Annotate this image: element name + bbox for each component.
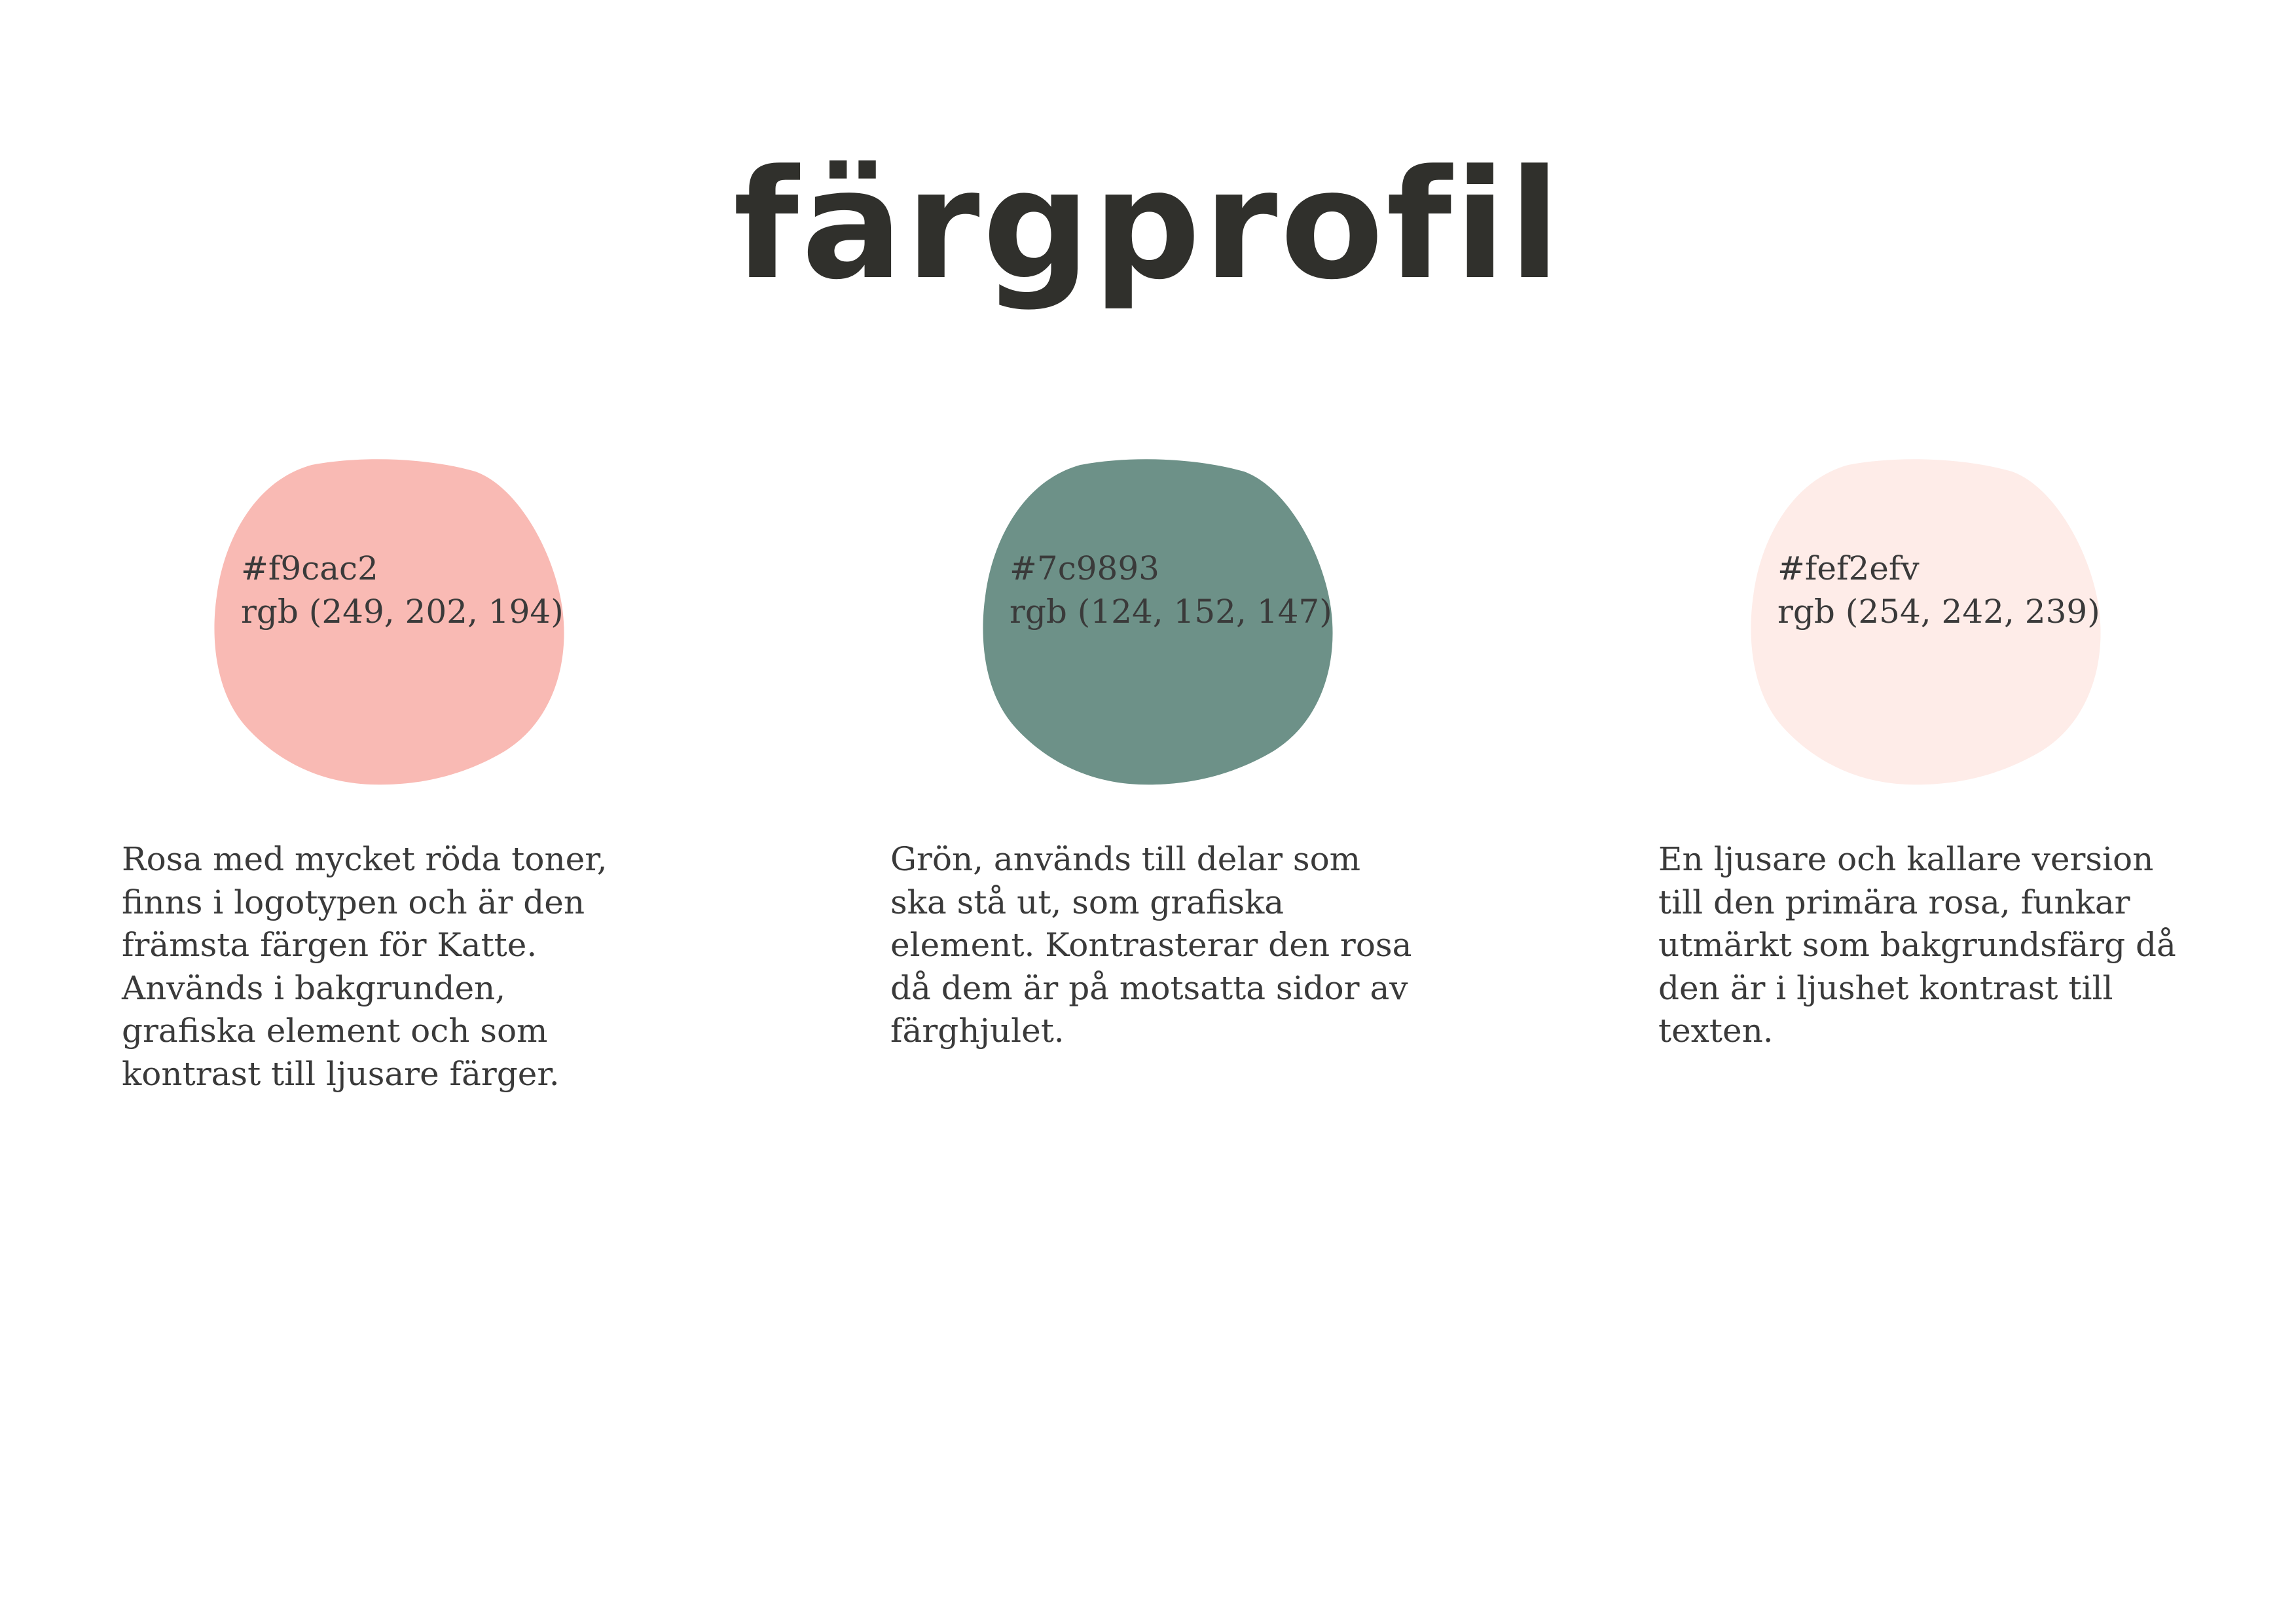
color-swatch-pink: #f9cac2 rgb (249, 202, 194) [213,458,564,786]
color-swatch-green: #7c9893 rgb (124, 152, 147) [982,458,1333,786]
page-title: färgprofil [733,138,1563,313]
rgb-code: rgb (254, 242, 239) [1777,593,2100,631]
hex-code: #7c9893 [1010,549,1159,587]
rgb-code: rgb (124, 152, 147) [1010,593,1332,631]
color-swatch-light-pink: #fef2efv rgb (254, 242, 239) [1750,458,2101,786]
color-description-pink: Rosa med mycket röda toner, finns i logo… [122,840,608,1093]
swatch-label: #fef2efv rgb (254, 242, 239) [1777,547,2100,633]
swatch-label: #f9cac2 rgb (249, 202, 194) [241,547,564,633]
color-description-light-pink: En ljusare och kallare version till den … [1658,840,2176,1050]
rgb-code: rgb (249, 202, 194) [241,593,564,631]
swatch-label: #7c9893 rgb (124, 152, 147) [1010,547,1332,633]
hex-code: #fef2efv [1777,549,1920,587]
color-description-green: Grön, används till delar som ska stå ut,… [890,840,1412,1050]
hex-code: #f9cac2 [241,549,378,587]
